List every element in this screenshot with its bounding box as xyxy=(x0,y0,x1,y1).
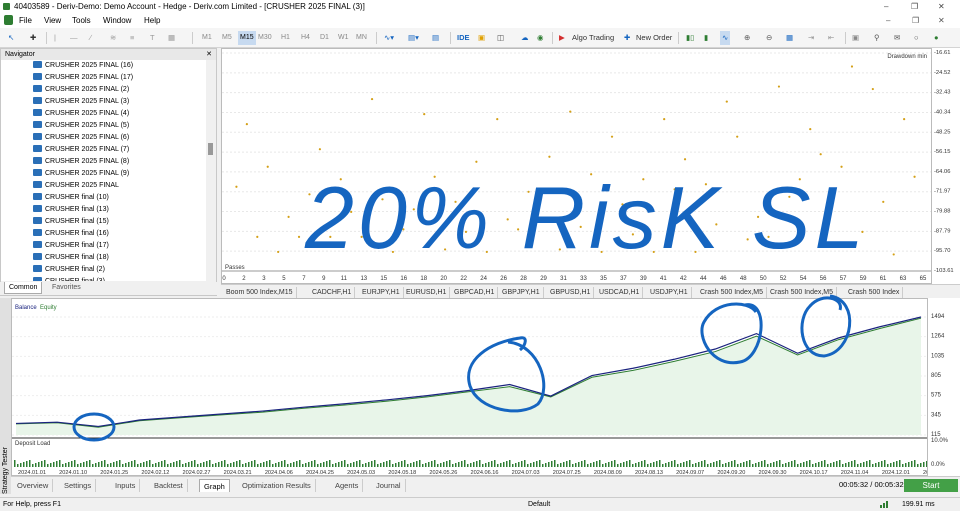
tester-tabs: Overview Settings Inputs Backtest Graph Optim… xyxy=(11,476,960,493)
annotation-circle xyxy=(72,412,116,442)
annotation-overlay: 20% RisK SL xyxy=(72,168,867,442)
timer: 00:05:32 / 00:05:32 xyxy=(839,480,904,489)
tester-tab-graph[interactable]: Graph xyxy=(199,479,230,492)
status-help: For Help, press F1 xyxy=(3,501,61,508)
status-profile: Default xyxy=(528,501,551,508)
tester-tab-optimization-results[interactable]: Optimization Results xyxy=(238,479,316,492)
start-button[interactable]: Start xyxy=(904,479,958,492)
annotation-loop xyxy=(800,294,852,358)
tester-tab-inputs[interactable]: Inputs xyxy=(111,479,141,492)
status-bar: For Help, press F1 Default 199.91 ms xyxy=(0,497,960,510)
tester-tab-settings[interactable]: Settings xyxy=(60,479,97,492)
annotation-loop xyxy=(467,336,546,413)
tester-tab-agents[interactable]: Agents xyxy=(331,479,364,492)
tester-tab-backtest[interactable]: Backtest xyxy=(150,479,188,492)
status-ping: 199.91 ms xyxy=(902,501,935,508)
tester-tab-overview[interactable]: Overview xyxy=(13,479,54,492)
annotation-loop xyxy=(700,302,763,365)
signal-strength-icon xyxy=(880,501,902,508)
risk-annotation: 20% RisK SL xyxy=(304,168,867,267)
tester-tab-journal[interactable]: Journal xyxy=(372,479,406,492)
